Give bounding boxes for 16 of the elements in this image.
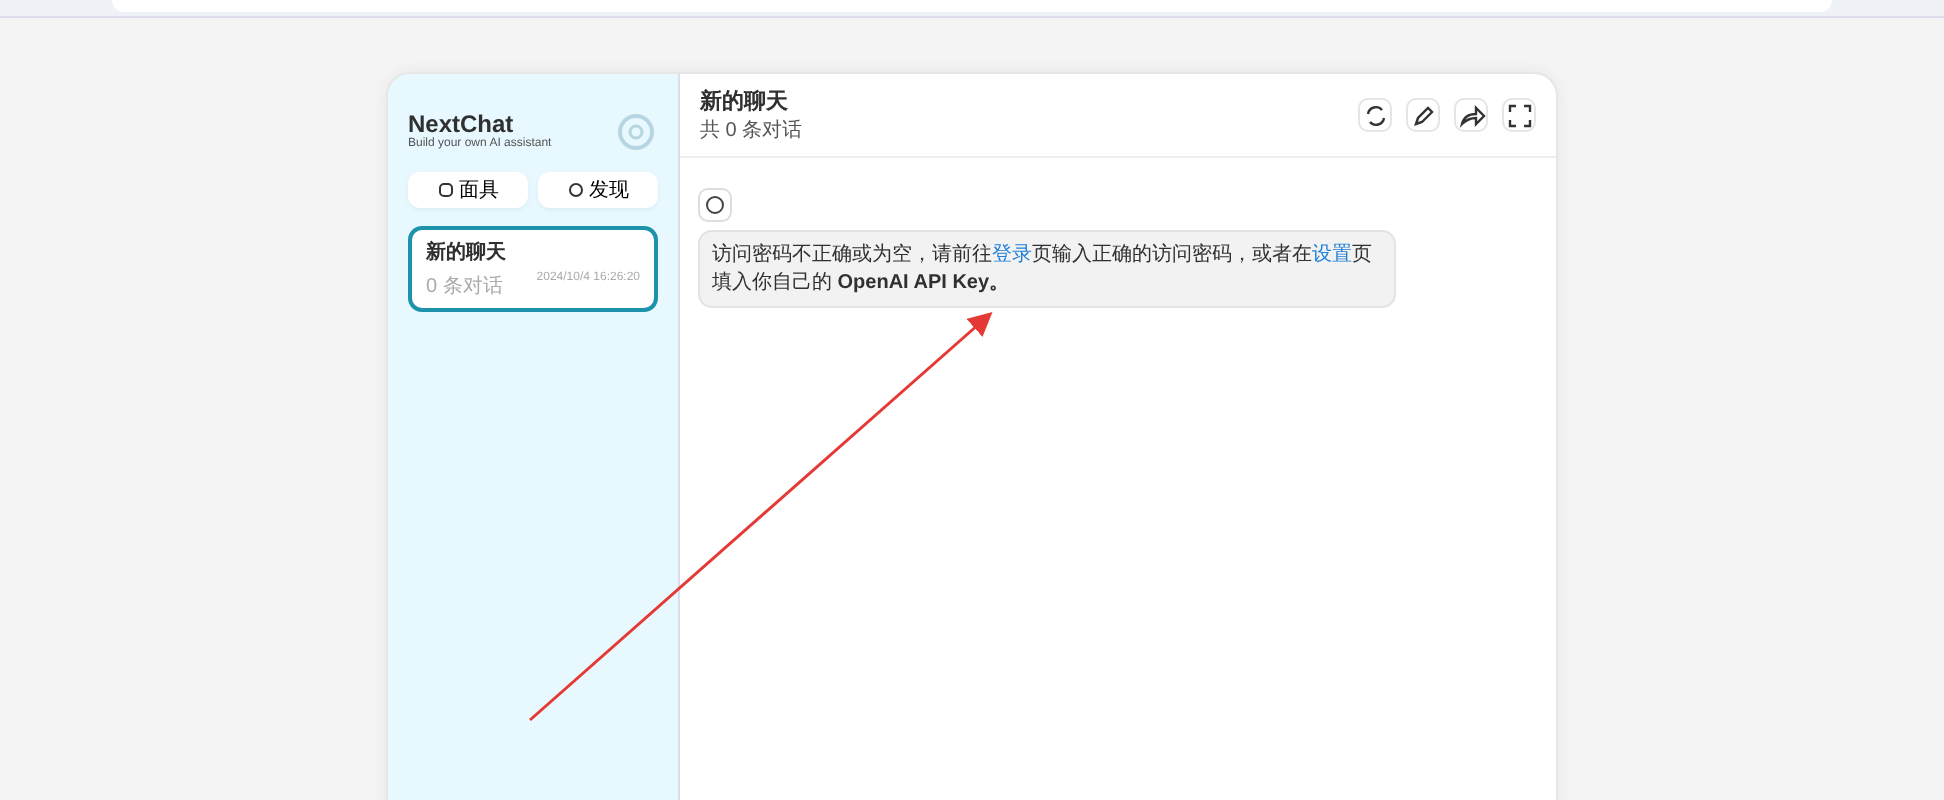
link[interactable]: 设置 bbox=[1312, 244, 1352, 266]
discover-button[interactable]: 发现 bbox=[538, 172, 658, 208]
share-button[interactable] bbox=[1454, 98, 1488, 132]
compass-icon bbox=[567, 182, 583, 198]
fullscreen-button[interactable] bbox=[1502, 98, 1536, 132]
bot-avatar-icon bbox=[698, 188, 732, 222]
link[interactable]: 登录 bbox=[992, 244, 1032, 266]
pencil-button[interactable] bbox=[1406, 98, 1440, 132]
mask-icon bbox=[437, 182, 453, 198]
refresh-button[interactable] bbox=[1358, 98, 1392, 132]
logo-icon bbox=[614, 110, 658, 154]
message-bubble: 访问密码不正确或为空，请前往登录页输入正确的访问密码，或者在设置页填入你自己的 OpenAI API Key。 bbox=[698, 230, 1396, 308]
mask-button[interactable]: 面具 bbox=[408, 172, 528, 208]
app-title: NextChat bbox=[408, 110, 514, 138]
chat-title: 新的聊天 bbox=[700, 87, 790, 116]
message-count: 共 0 条对话 bbox=[700, 117, 803, 144]
